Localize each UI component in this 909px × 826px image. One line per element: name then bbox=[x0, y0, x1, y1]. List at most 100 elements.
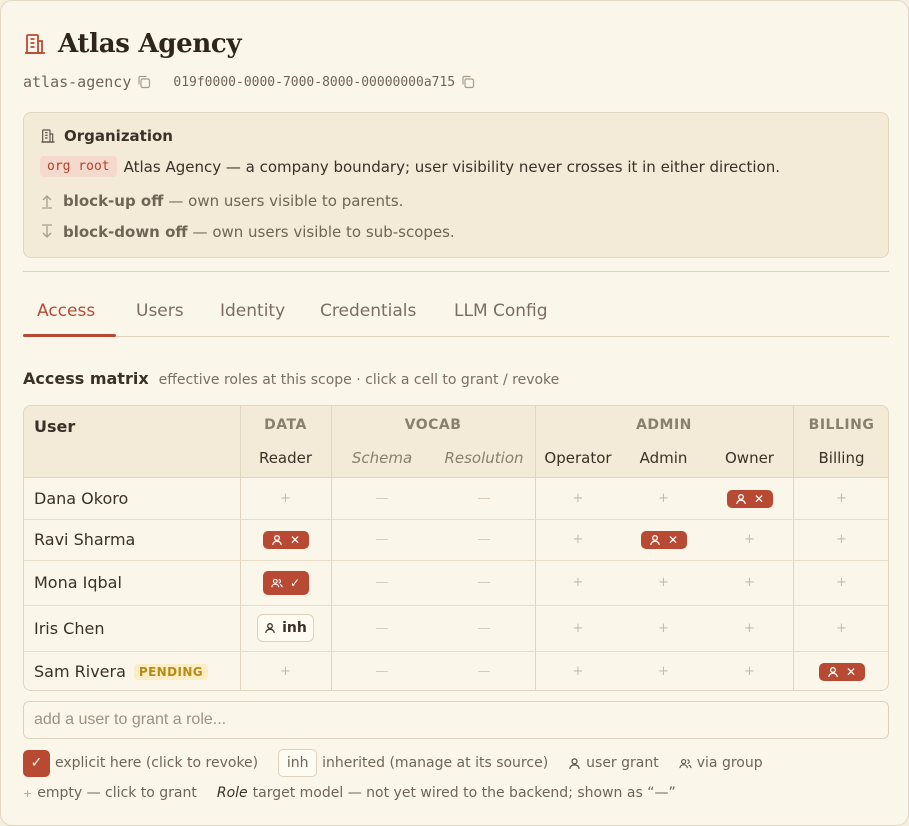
matrix-cell[interactable]: + bbox=[535, 605, 621, 651]
user-column-header: User bbox=[34, 417, 76, 436]
legend-user-grant-text: user grant bbox=[586, 755, 659, 771]
legend-explicit-text: explicit here (click to revoke) bbox=[55, 755, 259, 771]
matrix-subtitle: effective roles at this scope · click a … bbox=[158, 372, 560, 388]
grant-plus[interactable]: + bbox=[658, 664, 669, 679]
user-icon bbox=[827, 666, 839, 678]
legend-plus-symbol: + bbox=[23, 786, 33, 800]
scope-uuid: 019f0000-0000-7000-8000-00000000a715 bbox=[173, 74, 456, 90]
title-row: Atlas Agency bbox=[23, 27, 242, 61]
matrix-cell[interactable]: ✕ bbox=[706, 478, 793, 519]
matrix-cell[interactable]: + bbox=[793, 519, 888, 560]
pending-badge: PENDING bbox=[133, 663, 209, 680]
grant-plus[interactable]: + bbox=[658, 491, 669, 506]
grant-plus[interactable]: + bbox=[836, 532, 847, 547]
not-wired-dash: — bbox=[375, 491, 389, 506]
role-group-header: VOCAB bbox=[404, 417, 462, 433]
matrix-title: Access matrix bbox=[23, 369, 149, 388]
matrix-cell[interactable]: + bbox=[793, 605, 888, 651]
tab-users[interactable]: Users bbox=[136, 301, 184, 321]
access-matrix: User DATA VOCAB ADMIN BILLING Reader Schema Re… bbox=[23, 405, 889, 691]
not-wired-dash: — bbox=[477, 575, 491, 590]
grant-plus[interactable]: + bbox=[573, 532, 584, 547]
grant-plus[interactable]: + bbox=[744, 621, 755, 636]
not-wired-dash: — bbox=[375, 664, 389, 679]
matrix-cell[interactable]: + bbox=[535, 519, 621, 560]
organization-info-box: Organization org root Atlas Agency — a c… bbox=[23, 112, 889, 258]
grant-plus[interactable]: + bbox=[573, 491, 584, 506]
not-wired-dash: — bbox=[477, 664, 491, 679]
matrix-cell[interactable]: + bbox=[535, 478, 621, 519]
group-grant-chip[interactable]: ✓ bbox=[262, 570, 309, 595]
grant-plus[interactable]: + bbox=[744, 575, 755, 590]
grant-plus[interactable]: + bbox=[836, 621, 847, 636]
inherited-label: inh bbox=[282, 620, 307, 636]
grant-plus[interactable]: + bbox=[573, 621, 584, 636]
inherited-chip[interactable]: inh bbox=[257, 614, 314, 642]
grant-plus[interactable]: + bbox=[744, 532, 755, 547]
matrix-cell[interactable]: ✕ bbox=[793, 651, 888, 690]
role-header-billing: Billing bbox=[818, 449, 865, 467]
scope-panel: Atlas Agency atlas-agency 019f0000-0000-… bbox=[0, 0, 909, 826]
grant-plus[interactable]: + bbox=[280, 664, 291, 679]
matrix-cell[interactable]: ✓ bbox=[240, 560, 331, 605]
tab-llm-config[interactable]: LLM Config bbox=[454, 301, 548, 321]
copy-slug-icon[interactable] bbox=[137, 75, 151, 89]
user-name-text: Mona Iqbal bbox=[34, 573, 122, 592]
tab-credentials[interactable]: Credentials bbox=[320, 301, 416, 321]
add-user-input[interactable] bbox=[23, 701, 889, 739]
org-root-line: org root Atlas Agency — a company bounda… bbox=[40, 156, 780, 177]
role-header-admin: Admin bbox=[639, 449, 688, 467]
grant-plus[interactable]: + bbox=[658, 575, 669, 590]
matrix-cell[interactable]: + bbox=[621, 478, 706, 519]
matrix-cell[interactable]: + bbox=[621, 605, 706, 651]
matrix-cell[interactable]: + bbox=[240, 478, 331, 519]
matrix-cell[interactable]: + bbox=[535, 651, 621, 690]
matrix-title-row: Access matrix effective roles at this sc… bbox=[23, 369, 559, 388]
matrix-cell[interactable]: inh bbox=[240, 605, 331, 651]
matrix-cell[interactable]: + bbox=[706, 605, 793, 651]
matrix-cell[interactable]: + bbox=[706, 560, 793, 605]
org-root-tag: org root bbox=[40, 156, 117, 177]
matrix-cell[interactable]: + bbox=[621, 651, 706, 690]
matrix-cell[interactable]: + bbox=[706, 519, 793, 560]
grant-plus[interactable]: + bbox=[573, 664, 584, 679]
grant-plus[interactable]: + bbox=[573, 575, 584, 590]
matrix-cell[interactable]: + bbox=[793, 478, 888, 519]
user-name-text: Ravi Sharma bbox=[34, 530, 136, 549]
matrix-cell[interactable]: + bbox=[621, 560, 706, 605]
role-group-header: DATA bbox=[264, 417, 307, 433]
matrix-cell[interactable]: + bbox=[706, 651, 793, 690]
revoke-grant-chip[interactable]: ✕ bbox=[726, 489, 773, 508]
tab-access[interactable]: Access bbox=[37, 301, 95, 321]
organization-heading-label: Organization bbox=[64, 127, 173, 145]
legend-role-word: Role bbox=[216, 785, 248, 801]
role-header-owner: Owner bbox=[725, 449, 774, 467]
revoke-grant-chip[interactable]: ✕ bbox=[262, 530, 309, 549]
matrix-cell[interactable]: ✕ bbox=[240, 519, 331, 560]
grant-plus[interactable]: + bbox=[658, 621, 669, 636]
scope-identifiers: atlas-agency 019f0000-0000-7000-8000-000… bbox=[23, 73, 475, 91]
building-icon bbox=[25, 34, 45, 54]
page-title: Atlas Agency bbox=[58, 29, 242, 59]
role-group-header: ADMIN bbox=[636, 417, 692, 433]
tab-identity[interactable]: Identity bbox=[220, 301, 285, 321]
matrix-cell: — bbox=[433, 651, 535, 690]
grant-plus[interactable]: + bbox=[744, 664, 755, 679]
user-icon bbox=[569, 757, 580, 769]
matrix-cell[interactable]: + bbox=[240, 651, 331, 690]
revoke-grant-chip[interactable]: ✕ bbox=[640, 530, 687, 549]
matrix-cell: — bbox=[331, 478, 433, 519]
matrix-cell[interactable]: ✕ bbox=[621, 519, 706, 560]
grant-plus[interactable]: + bbox=[836, 491, 847, 506]
revoke-grant-chip[interactable]: ✕ bbox=[818, 662, 865, 681]
matrix-cell: — bbox=[433, 560, 535, 605]
grant-plus[interactable]: + bbox=[280, 491, 291, 506]
matrix-cell[interactable]: + bbox=[793, 560, 888, 605]
matrix-cell[interactable]: + bbox=[535, 560, 621, 605]
tab-bar: Access Users Identity Credentials LLM Co… bbox=[23, 291, 889, 337]
check-icon: ✓ bbox=[289, 575, 301, 590]
copy-uuid-icon[interactable] bbox=[461, 75, 475, 89]
grant-plus[interactable]: + bbox=[836, 575, 847, 590]
role-header-schema: Schema bbox=[351, 449, 413, 467]
revoke-x-icon: ✕ bbox=[667, 532, 679, 547]
